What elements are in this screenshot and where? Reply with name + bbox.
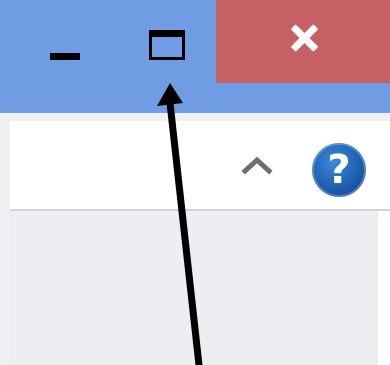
close-icon — [290, 24, 318, 52]
content-area — [10, 211, 390, 365]
minimize-icon — [50, 53, 80, 60]
help-icon: ? — [327, 147, 351, 193]
ribbon-header: ? — [10, 121, 390, 211]
close-button[interactable] — [216, 0, 390, 83]
minimize-button[interactable] — [28, 30, 98, 90]
window-screenshot: ? — [0, 0, 390, 365]
title-bar — [0, 0, 390, 113]
chevron-up-icon — [241, 156, 273, 175]
content-pane: ? — [10, 121, 390, 365]
help-button[interactable]: ? — [312, 143, 366, 197]
collapse-ribbon-button[interactable] — [239, 151, 275, 179]
window-body: ? — [0, 113, 390, 365]
maximize-icon — [149, 30, 185, 60]
maximize-button[interactable] — [128, 18, 208, 82]
scrollbar-track[interactable] — [378, 211, 390, 365]
